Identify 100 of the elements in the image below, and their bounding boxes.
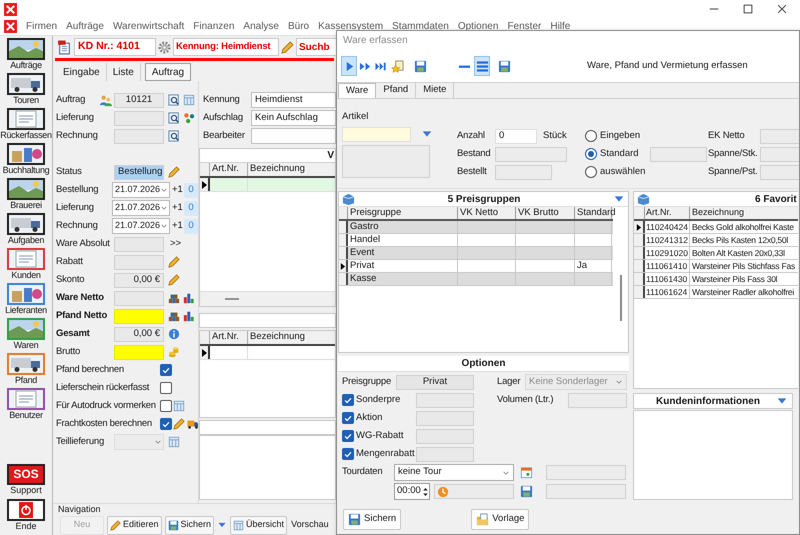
- tab[interactable]: Ware: [338, 83, 376, 98]
- sidebar-item[interactable]: Brauerei: [0, 178, 52, 213]
- scrollbar-thumb[interactable]: [620, 275, 622, 321]
- radio-button[interactable]: [585, 166, 597, 178]
- menu-item[interactable]: Warenwirtschaft: [112, 19, 184, 34]
- pencil-icon[interactable]: [173, 418, 185, 430]
- search-icon[interactable]: [168, 130, 180, 142]
- people-icon[interactable]: [99, 94, 112, 106]
- sidebar-item[interactable]: SOS Support: [0, 464, 52, 498]
- sidebar-item[interactable]: Rückerfassen: [0, 108, 52, 143]
- menu-item[interactable]: Finanzen: [193, 19, 234, 34]
- row-header[interactable]: [200, 346, 210, 359]
- save-icon[interactable]: [520, 485, 533, 498]
- tab[interactable]: Pfand: [376, 83, 416, 98]
- time-field[interactable]: 00:00: [394, 483, 430, 500]
- tab[interactable]: Miete: [416, 83, 454, 98]
- pencil-icon[interactable]: [168, 274, 180, 286]
- tab[interactable]: Eingabe: [57, 63, 107, 81]
- truck-icon[interactable]: [187, 418, 199, 430]
- tab[interactable]: Auftrag: [144, 63, 192, 81]
- document-icon[interactable]: [57, 40, 72, 54]
- date-picker[interactable]: 21.07.2026: [112, 200, 170, 216]
- toolbar-button[interactable]: [474, 56, 490, 76]
- nav-button[interactable]: Sichern: [164, 516, 214, 534]
- text-field[interactable]: Kein Aufschlag: [251, 110, 336, 126]
- app-menu-icon[interactable]: [4, 20, 17, 33]
- row-header[interactable]: [634, 247, 645, 259]
- close-icon[interactable]: [776, 3, 788, 15]
- row-header[interactable]: [200, 178, 210, 191]
- search-icon[interactable]: [168, 94, 180, 106]
- input-field[interactable]: 0: [495, 128, 537, 144]
- pencil-icon[interactable]: [281, 40, 294, 54]
- sidebar-item[interactable]: Touren: [0, 73, 52, 108]
- checkbox[interactable]: [160, 400, 172, 412]
- checkbox[interactable]: [160, 364, 172, 376]
- display-field: Privat: [396, 374, 474, 390]
- dropdown-field[interactable]: [114, 434, 164, 450]
- radio-button[interactable]: [585, 148, 597, 160]
- nav-button[interactable]: Übersicht: [230, 516, 288, 534]
- dots-icon[interactable]: [183, 112, 195, 124]
- row-header[interactable]: [634, 286, 645, 298]
- menu-item[interactable]: Stammdaten: [392, 19, 449, 34]
- maximize-icon[interactable]: [742, 3, 754, 15]
- row-header[interactable]: [634, 273, 645, 285]
- search-icon[interactable]: [168, 112, 180, 124]
- date-picker[interactable]: 21.07.2026: [112, 218, 170, 234]
- sidebar-item[interactable]: Lieferanten: [0, 283, 52, 318]
- row-header[interactable]: [339, 234, 348, 246]
- radio-button[interactable]: [585, 130, 597, 142]
- toolbar-button[interactable]: [341, 56, 357, 76]
- bar-chart-icon[interactable]: [183, 292, 195, 304]
- checkbox[interactable]: [160, 382, 172, 394]
- tab[interactable]: Liste: [106, 63, 141, 81]
- sidebar-item[interactable]: Ende: [0, 499, 52, 533]
- sidebar-item[interactable]: Aufträge: [0, 38, 52, 73]
- menu-item[interactable]: Fenster: [507, 19, 542, 34]
- calendar-icon[interactable]: [520, 466, 533, 479]
- checkbox[interactable]: [342, 412, 354, 424]
- pencil-icon[interactable]: [168, 256, 180, 268]
- checkbox[interactable]: [342, 394, 354, 406]
- sidebar-item[interactable]: Benutzer: [0, 388, 52, 423]
- search-field[interactable]: Suchb: [296, 38, 336, 56]
- sidebar-item[interactable]: Pfand: [0, 353, 52, 388]
- menu-item[interactable]: Kassensystem: [318, 19, 384, 34]
- row-header[interactable]: [339, 221, 348, 233]
- menu-item[interactable]: Hilfe: [550, 19, 570, 34]
- checkbox[interactable]: [342, 448, 354, 460]
- row-header[interactable]: [339, 273, 348, 285]
- sidebar-item[interactable]: Buchhaltung: [0, 143, 52, 178]
- row-header[interactable]: [634, 260, 645, 272]
- crates-icon[interactable]: [168, 310, 180, 322]
- nav-button[interactable]: Editieren: [107, 516, 162, 534]
- sidebar-item[interactable]: Aufgaben: [0, 213, 52, 248]
- row-header[interactable]: [339, 247, 348, 259]
- expand-arrows[interactable]: >>: [170, 236, 182, 252]
- sidebar-item[interactable]: Waren: [0, 318, 52, 353]
- pencil-icon[interactable]: [168, 166, 180, 178]
- text-field[interactable]: [251, 128, 336, 144]
- checkbox[interactable]: [160, 418, 172, 430]
- input-field[interactable]: [342, 126, 411, 142]
- row-header[interactable]: [634, 234, 645, 246]
- splitter-handle[interactable]: [224, 296, 240, 302]
- dropdown-field[interactable]: keine Tour: [394, 464, 514, 481]
- row-header[interactable]: [339, 260, 348, 272]
- text-field[interactable]: Heimdienst: [251, 92, 336, 108]
- sidebar-item[interactable]: Kunden: [0, 248, 52, 283]
- menu-item[interactable]: Aufträge: [66, 19, 104, 34]
- menu-item[interactable]: Analyse: [243, 19, 279, 34]
- dialog-button[interactable]: Sichern: [343, 508, 402, 530]
- gear-icon[interactable]: [158, 40, 171, 54]
- date-picker[interactable]: 21.07.2026: [112, 182, 170, 198]
- crates-icon[interactable]: [168, 292, 180, 304]
- row-header[interactable]: [634, 221, 645, 233]
- menu-item[interactable]: Firmen: [26, 19, 58, 34]
- dialog-button[interactable]: Vorlage: [471, 508, 530, 530]
- menu-item[interactable]: Optionen: [458, 19, 498, 34]
- menu-item[interactable]: Büro: [288, 19, 310, 34]
- info-icon[interactable]: [168, 328, 180, 340]
- checkbox[interactable]: [342, 430, 354, 442]
- bar-chart-icon[interactable]: [183, 310, 195, 322]
